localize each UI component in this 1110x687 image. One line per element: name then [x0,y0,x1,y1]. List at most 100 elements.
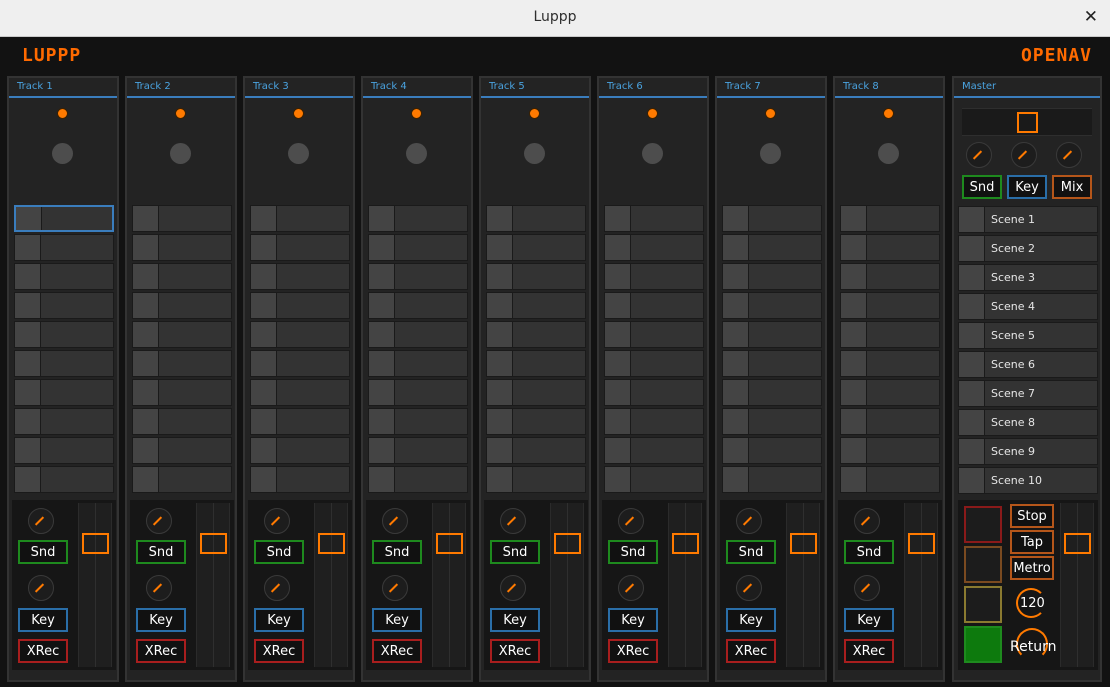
clip-button[interactable] [251,235,277,260]
clip-button[interactable] [841,351,867,376]
scene-launch-button[interactable] [959,207,985,232]
clip-slot[interactable] [368,234,468,261]
track-pan-dial[interactable] [406,143,427,164]
clip-button[interactable] [133,235,159,260]
send-knob[interactable] [28,508,54,534]
clip-slot[interactable] [840,205,940,232]
master-knob-snd[interactable] [966,142,992,168]
fader-handle[interactable] [554,533,581,554]
clip-button[interactable] [841,293,867,318]
clip-slot[interactable] [486,263,586,290]
clip-button[interactable] [369,322,395,347]
clip-slot[interactable] [132,263,232,290]
clip-button[interactable] [841,235,867,260]
key-button[interactable]: Key [18,608,68,632]
snd-button[interactable]: Snd [372,540,422,564]
send-knob[interactable] [618,508,644,534]
clip-button[interactable] [841,264,867,289]
scene-launch-button[interactable] [959,265,985,290]
volume-fader[interactable] [668,503,702,667]
snd-button[interactable]: Snd [18,540,68,564]
clip-button[interactable] [369,293,395,318]
clip-slot[interactable] [722,205,822,232]
send-knob[interactable] [382,508,408,534]
volume-fader[interactable] [78,503,112,667]
clip-slot[interactable] [250,263,350,290]
clip-slot[interactable] [14,350,114,377]
scene-launch-button[interactable] [959,323,985,348]
scene-row[interactable]: Scene 5 [958,322,1098,349]
clip-slot[interactable] [132,437,232,464]
clip-button[interactable] [841,322,867,347]
clip-slot[interactable] [132,379,232,406]
master-knob-key[interactable] [1011,142,1037,168]
clip-slot[interactable] [486,408,586,435]
clip-button[interactable] [251,409,277,434]
clip-slot[interactable] [132,205,232,232]
xrec-button[interactable]: XRec [372,639,422,663]
clip-slot[interactable] [132,321,232,348]
send-knob[interactable] [264,508,290,534]
stop-button[interactable]: Stop [1010,504,1054,528]
clip-button[interactable] [723,351,749,376]
snd-button[interactable]: Snd [254,540,304,564]
clip-slot[interactable] [14,437,114,464]
scene-row[interactable]: Scene 1 [958,206,1098,233]
xrec-button[interactable]: XRec [726,639,776,663]
clip-button[interactable] [487,206,513,231]
key-button[interactable]: Key [372,608,422,632]
clip-slot[interactable] [722,292,822,319]
clip-button[interactable] [723,264,749,289]
clip-slot[interactable] [368,350,468,377]
key-button[interactable]: Key [136,608,186,632]
clip-button[interactable] [133,380,159,405]
clip-slot[interactable] [722,408,822,435]
clip-slot[interactable] [14,379,114,406]
clip-slot[interactable] [132,350,232,377]
clip-slot[interactable] [14,466,114,493]
clip-slot[interactable] [486,205,586,232]
clip-slot[interactable] [840,466,940,493]
key-knob[interactable] [382,575,408,601]
clip-slot[interactable] [486,321,586,348]
clip-button[interactable] [605,264,631,289]
clip-button[interactable] [369,467,395,492]
send-knob[interactable] [500,508,526,534]
track-pan-dial[interactable] [288,143,309,164]
xrec-button[interactable]: XRec [490,639,540,663]
clip-button[interactable] [369,235,395,260]
clip-slot[interactable] [250,205,350,232]
clip-button[interactable] [605,322,631,347]
clip-slot[interactable] [250,350,350,377]
clip-button[interactable] [15,409,41,434]
clip-button[interactable] [487,235,513,260]
snd-button[interactable]: Snd [844,540,894,564]
fader-handle[interactable] [790,533,817,554]
clip-button[interactable] [133,351,159,376]
clip-slot[interactable] [132,466,232,493]
master-pad-2[interactable] [964,546,1002,583]
clip-button[interactable] [841,409,867,434]
clip-button[interactable] [841,438,867,463]
volume-fader[interactable] [196,503,230,667]
key-button[interactable]: Key [254,608,304,632]
xrec-button[interactable]: XRec [136,639,186,663]
clip-slot[interactable] [250,234,350,261]
send-knob[interactable] [854,508,880,534]
crossfader-handle[interactable] [1017,112,1038,133]
scene-launch-button[interactable] [959,468,985,493]
clip-slot[interactable] [368,437,468,464]
fader-handle[interactable] [318,533,345,554]
master-key-button[interactable]: Key [1007,175,1047,199]
clip-slot[interactable] [722,321,822,348]
clip-slot[interactable] [722,437,822,464]
xrec-button[interactable]: XRec [254,639,304,663]
clip-slot[interactable] [486,350,586,377]
clip-slot[interactable] [604,321,704,348]
clip-slot[interactable] [132,234,232,261]
clip-button[interactable] [369,438,395,463]
clip-slot[interactable] [486,379,586,406]
clip-button[interactable] [369,206,395,231]
clip-slot[interactable] [604,263,704,290]
clip-button[interactable] [251,322,277,347]
